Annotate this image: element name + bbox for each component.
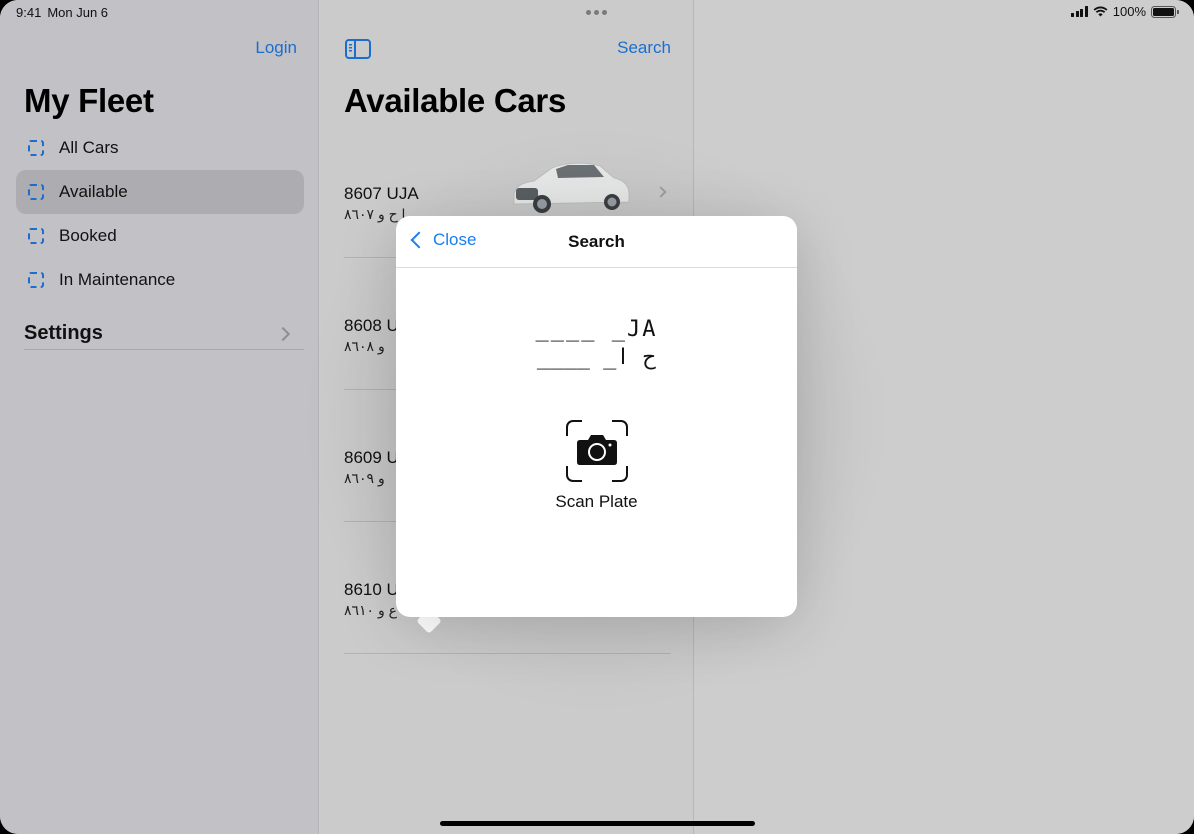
sidebar-item-label: In Maintenance [59, 270, 176, 289]
search-popover: Close Search ____ _JA ____ _ح ا Scan Pla… [396, 216, 797, 617]
sidebar-title: My Fleet [24, 82, 154, 119]
dashed-square-icon [28, 184, 44, 200]
chevron-right-icon [655, 186, 667, 198]
status-time: 9:41 Mon Jun 6 [16, 5, 108, 20]
popover-header: Close Search [396, 216, 797, 268]
sidebar: 9:41 Mon Jun 6 Login My Fleet All Cars Av… [0, 0, 319, 834]
plate-latin: 8608 U [344, 316, 399, 335]
plate-mask-arabic: ____ _ح ا [536, 345, 657, 370]
ipad-screen: 9:41 Mon Jun 6 Login My Fleet All Cars Av… [0, 0, 1194, 834]
viewfinder-icon [565, 420, 628, 482]
sidebar-item-label: All Cars [59, 138, 119, 157]
status-indicators: 100% [1071, 4, 1179, 19]
login-button[interactable]: Login [255, 38, 297, 58]
settings-label: Settings [24, 322, 103, 344]
camera-icon [576, 435, 617, 465]
sidebar-item-available[interactable]: Available [16, 170, 304, 214]
plate-arabic: و ٨٦٠٩ [344, 470, 385, 486]
plate-latin: 8610 U [344, 580, 399, 599]
sidebar-list: All Cars Available Booked In Maintenance [16, 126, 304, 302]
clock: 9:41 [16, 5, 42, 20]
plate-latin: 8607 UJA [344, 184, 419, 203]
plate-mask-latin: ____ _JA [535, 317, 658, 342]
sidebar-item-booked[interactable]: Booked [16, 214, 304, 258]
popover-title: Search [568, 232, 625, 251]
dashed-square-icon [28, 228, 44, 244]
dashed-square-icon [28, 272, 44, 288]
plate-arabic: ع و ٨٦١٠ [344, 602, 397, 618]
cellular-signal-icon [1071, 6, 1088, 17]
scan-plate-label: Scan Plate [555, 492, 638, 511]
battery-icon [1151, 5, 1179, 18]
plate-mask: ____ _JA ____ _ح ا [396, 316, 797, 372]
plate-arabic: و ٨٦٠٨ [344, 338, 385, 354]
sidebar-item-in-maintenance[interactable]: In Maintenance [16, 258, 304, 302]
sidebar-item-label: Booked [59, 226, 117, 245]
scan-plate-button[interactable]: Scan Plate [396, 420, 797, 512]
chevron-right-icon [275, 326, 291, 341]
dashed-square-icon [28, 140, 44, 156]
multitasking-dots-icon[interactable] [586, 10, 607, 15]
battery-percent: 100% [1112, 4, 1146, 19]
sidebar-toggle-icon[interactable] [345, 39, 371, 59]
wifi-icon [1093, 6, 1108, 17]
car-image [513, 162, 630, 213]
plate-latin: 8609 U [344, 448, 399, 467]
sidebar-item-label: Available [59, 182, 128, 201]
settings-row[interactable]: Settings [24, 318, 304, 350]
status-date: Mon Jun 6 [47, 5, 109, 20]
search-button[interactable]: Search [617, 38, 671, 58]
sidebar-item-all-cars[interactable]: All Cars [16, 126, 304, 170]
page-title: Available Cars [344, 82, 567, 119]
home-indicator[interactable] [440, 821, 755, 826]
